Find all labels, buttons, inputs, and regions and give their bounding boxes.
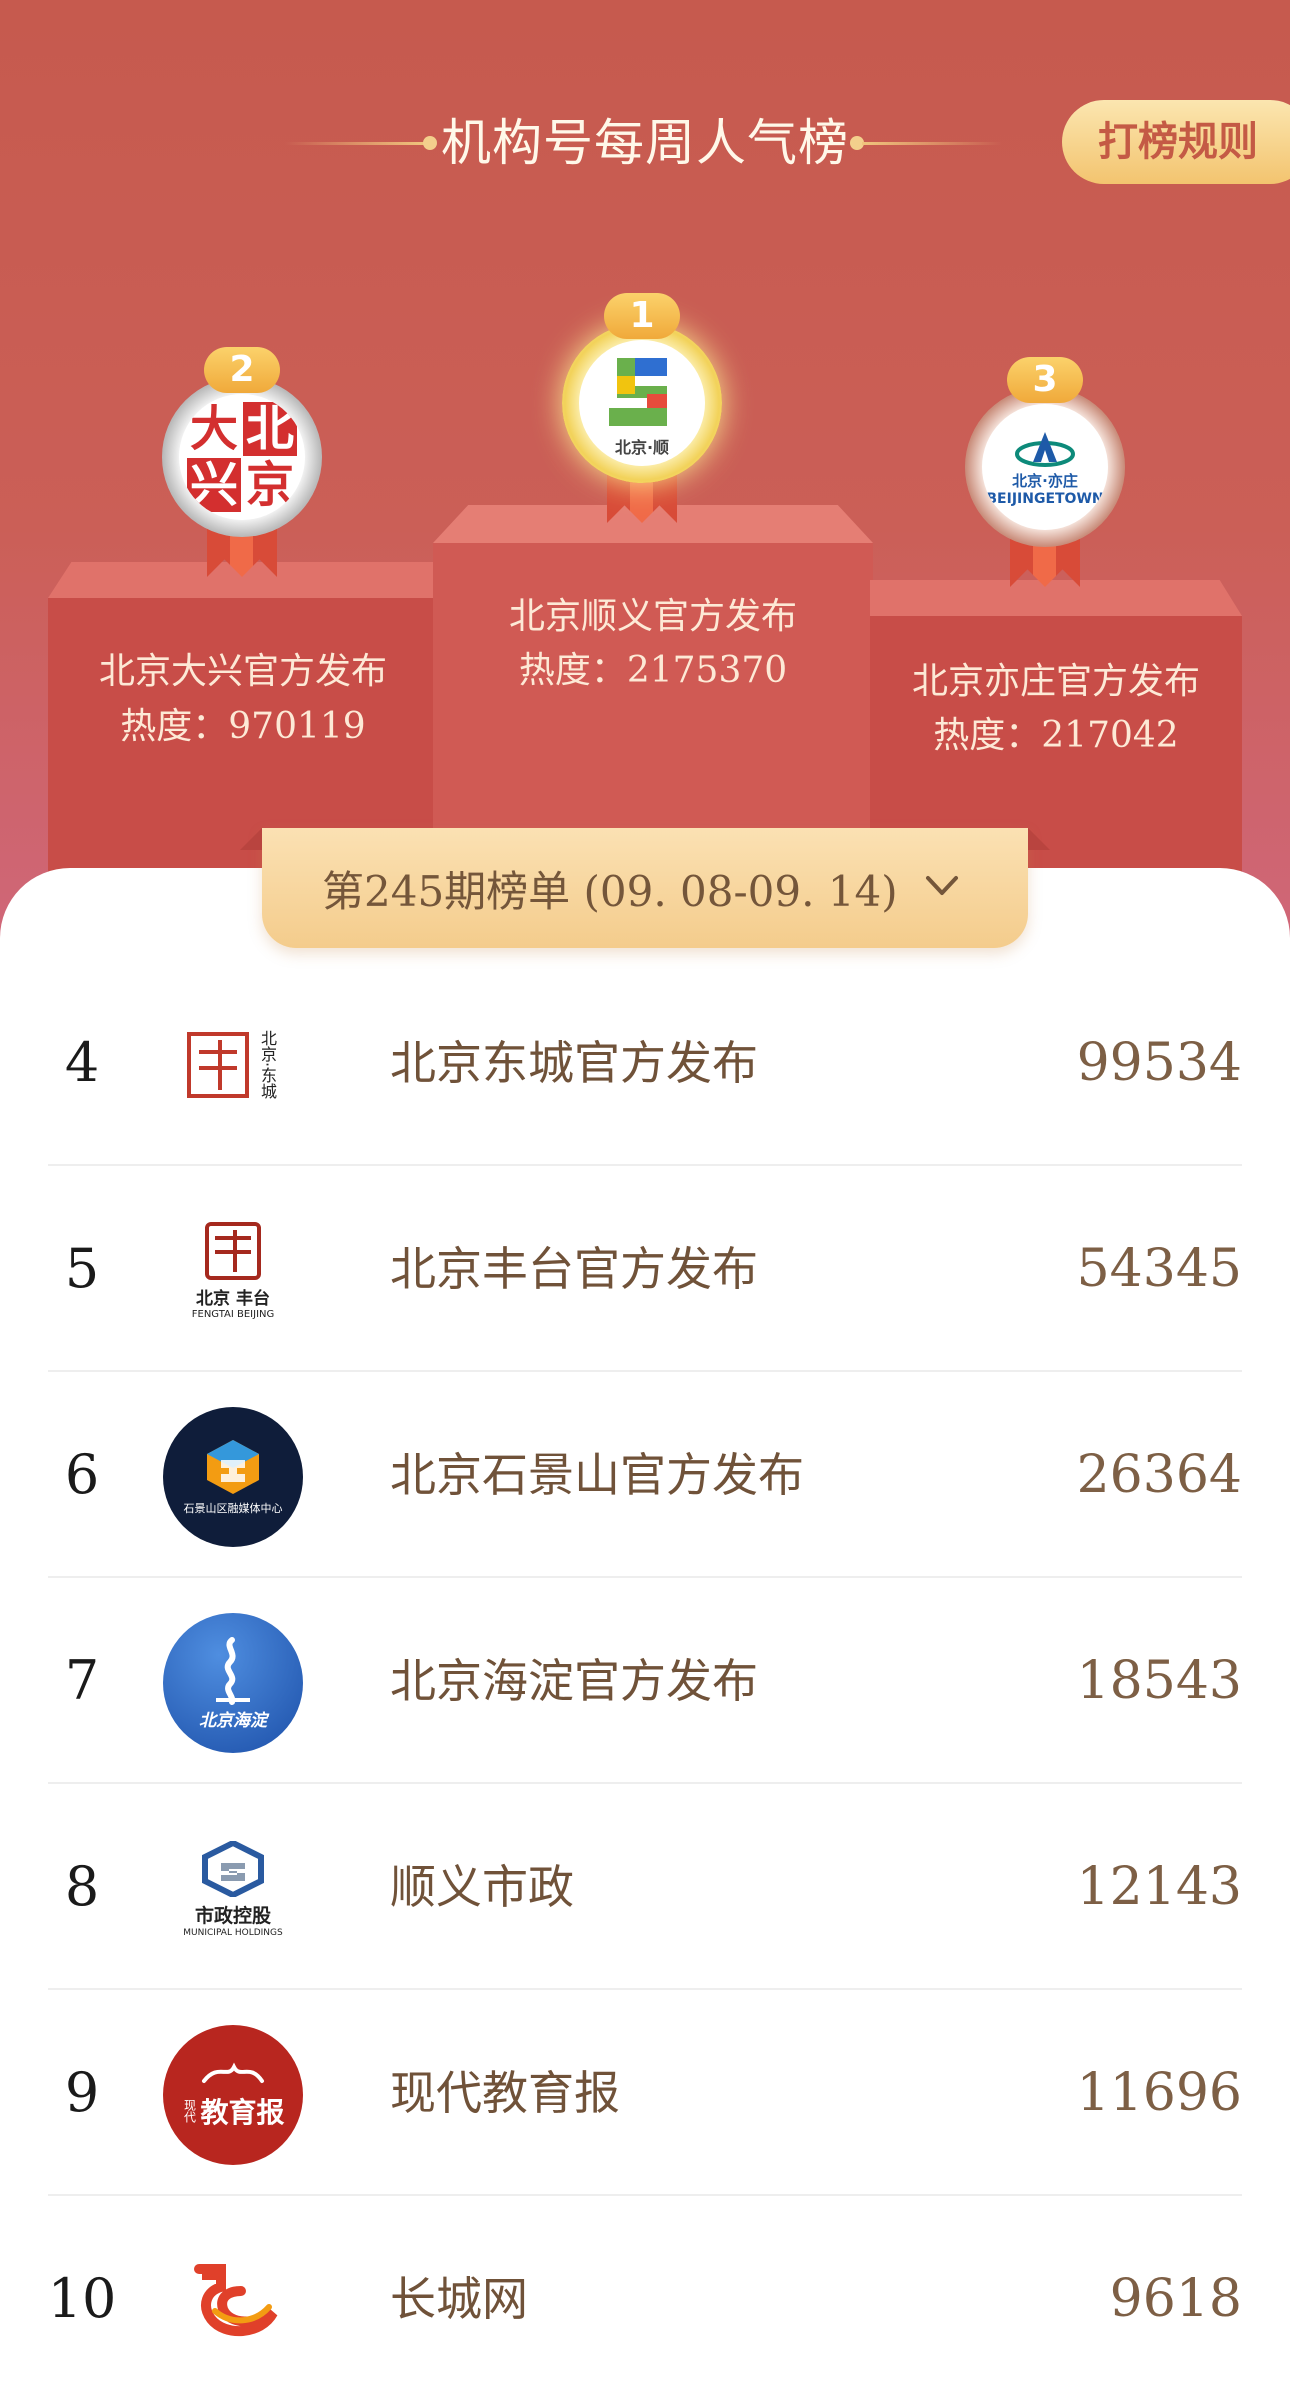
logo-text: 北京 丰台 [196, 1289, 270, 1309]
great-wall-swirl-icon [194, 2264, 278, 2336]
medal-badge: 大 北 兴 京 [162, 377, 322, 537]
rank-number: 6 [64, 1443, 100, 1506]
logo-text: 北京海淀 [199, 1710, 267, 1731]
shunyi-municipal-logo: 市政控股 MUNICIPAL HOLDINGS [163, 1819, 303, 1959]
podium-heat: 热度：2175370 [518, 650, 788, 691]
list-item[interactable]: 4 北京·东城 北京东城官方发布 99534 [0, 960, 1290, 1166]
logo-text-en: BEIJINGETOWN [986, 490, 1104, 507]
score: 11696 [1076, 2063, 1242, 2123]
hero-banner: 机构号每周人气榜 打榜规则 北京大兴官方发布 热度：970119 北京顺义官方发… [0, 0, 1290, 960]
score: 12143 [1076, 1857, 1242, 1917]
tower-icon [216, 1636, 250, 1705]
logo-char: 兴 [187, 458, 241, 512]
podium-name: 北京亦庄官方发布 [911, 661, 1200, 702]
score: 9618 [1109, 2269, 1242, 2329]
title-decor-dot-left [423, 136, 437, 150]
medal-second[interactable]: 大 北 兴 京 2 [147, 347, 337, 577]
dongcheng-logo: 北京·东城 [163, 995, 303, 1135]
logo-text-en: MUNICIPAL HOLDINGS [183, 1927, 283, 1938]
account-name: 北京海淀官方发布 [390, 1654, 758, 1708]
podium-heat: 热度：217042 [933, 715, 1179, 756]
page-title: 机构号每周人气榜 [441, 114, 849, 172]
list-item[interactable]: 8 市政控股 MUNICIPAL HOLDINGS 顺义市政 12143 [0, 1784, 1290, 1990]
logo-char: 北 [243, 402, 297, 456]
rank-number: 9 [64, 2061, 100, 2124]
logo-text: 教育报 [200, 2096, 285, 2129]
ranking-list: 4 北京·东城 北京东城官方发布 99534 5 北京 丰台 FENGTAI B… [0, 960, 1290, 2388]
medal-badge: 北京·顺 [562, 323, 722, 483]
rank-number: 7 [64, 1649, 100, 1712]
list-item[interactable]: 5 北京 丰台 FENGTAI BEIJING 北京丰台官方发布 54345 [0, 1166, 1290, 1372]
account-name: 北京丰台官方发布 [390, 1242, 758, 1296]
rank-badge: 3 [1007, 357, 1083, 403]
period-label: 第245期榜单 (09. 08-09. 14) [322, 867, 898, 916]
changcheng-logo [163, 2231, 303, 2371]
chevron-down-icon [926, 876, 958, 895]
rank-number: 8 [64, 1855, 100, 1918]
logo-text: 市政控股 [194, 1904, 271, 1927]
list-item[interactable]: 9 现代 教育报 现代教育报 11696 [0, 1990, 1290, 2196]
score: 18543 [1076, 1651, 1242, 1711]
score: 99534 [1076, 1033, 1242, 1093]
fengtai-logo: 北京 丰台 FENGTAI BEIJING [163, 1201, 303, 1341]
daxing-logo: 大 北 兴 京 [179, 394, 305, 520]
yizhuang-logo: 北京·亦庄 BEIJINGETOWN [982, 404, 1108, 530]
podium-name: 北京顺义官方发布 [508, 596, 797, 637]
haidian-logo: 北京海淀 [163, 1613, 303, 1753]
logo-text: 石景山区融媒体中心 [183, 1502, 283, 1515]
medal-first[interactable]: 北京·顺 1 [547, 293, 737, 523]
rank-number: 10 [47, 2267, 117, 2330]
title-decor-line-left [285, 142, 425, 145]
rank-badge: 1 [604, 293, 680, 339]
title-decor-line-right [862, 142, 1002, 145]
cube-icon [207, 1440, 259, 1494]
shijingshan-logo: 石景山区融媒体中心 [163, 1407, 303, 1547]
list-item[interactable]: 10 长城网 9618 [0, 2196, 1290, 2388]
modern-education-logo: 现代 教育报 [163, 2025, 303, 2165]
rank-badge: 2 [204, 347, 280, 393]
hexagon-s-icon [202, 1840, 264, 1897]
period-selector[interactable]: 第245期榜单 (09. 08-09. 14) [262, 828, 1028, 948]
logo-text-en: FENGTAI BEIJING [191, 1309, 275, 1320]
rules-button[interactable]: 打榜规则 [1062, 100, 1290, 184]
list-item[interactable]: 6 石景山区融媒体中心 北京石景山官方发布 26364 [0, 1372, 1290, 1578]
rank-number: 4 [64, 1031, 100, 1094]
score: 26364 [1076, 1445, 1242, 1505]
rank-number: 5 [64, 1237, 100, 1300]
account-name: 北京东城官方发布 [390, 1036, 758, 1090]
medal-badge: 北京·亦庄 BEIJINGETOWN [965, 387, 1125, 547]
medal-third[interactable]: 北京·亦庄 BEIJINGETOWN 3 [950, 357, 1140, 587]
logo-text: 北京·东城 [258, 1030, 277, 1100]
bird-icon [202, 2062, 264, 2083]
account-name: 现代教育报 [390, 2066, 620, 2120]
logo-char: 大 [187, 402, 241, 456]
account-name: 顺义市政 [390, 1860, 574, 1914]
shunyi-s-icon [609, 358, 667, 426]
logo-text: 北京·顺 [614, 438, 670, 457]
account-name: 长城网 [390, 2272, 528, 2326]
yizhuang-a-icon [1015, 431, 1075, 467]
logo-text-small: 现代 [182, 2099, 197, 2123]
logo-text: 北京·亦庄 [1012, 471, 1078, 490]
podium-name: 北京大兴官方发布 [98, 651, 387, 692]
shunyi-logo: 北京·顺 [579, 340, 705, 466]
podium-heat: 热度：970119 [120, 706, 366, 747]
logo-char: 京 [243, 458, 297, 512]
list-item[interactable]: 7 北京海淀 北京海淀官方发布 18543 [0, 1578, 1290, 1784]
account-name: 北京石景山官方发布 [390, 1448, 804, 1502]
score: 54345 [1076, 1239, 1242, 1299]
